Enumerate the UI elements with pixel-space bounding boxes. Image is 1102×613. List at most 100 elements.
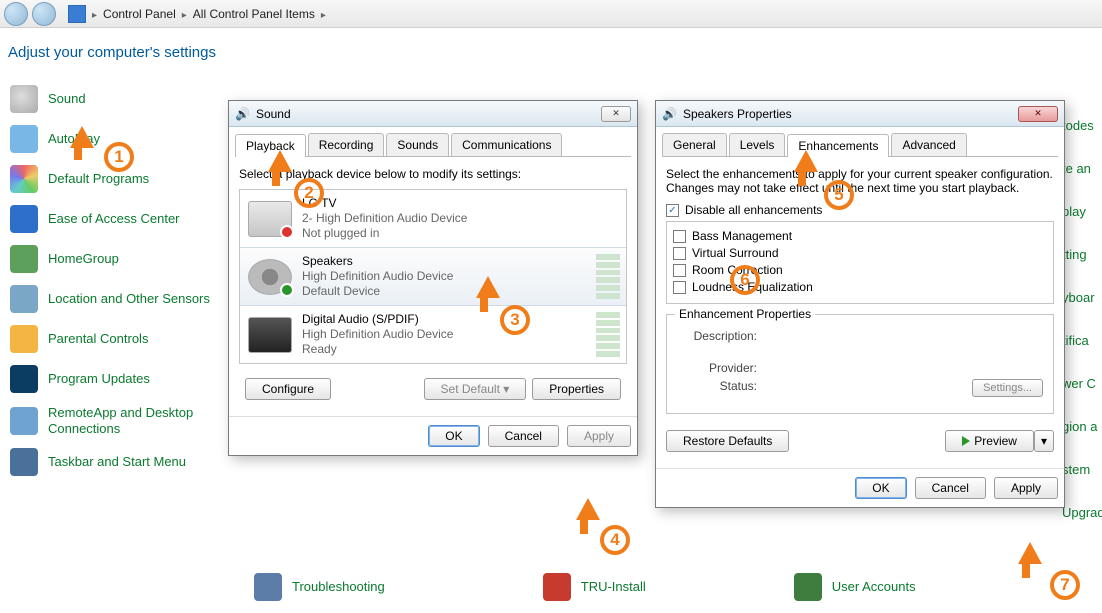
tab-recording[interactable]: Recording [308,133,385,156]
sound-titlebar[interactable]: 🔊Sound ✕ [229,101,637,127]
location-icon [10,285,38,313]
autoplay-icon [10,125,38,153]
unplugged-badge-icon [280,225,294,239]
category-list: Sound AutoPlay Default Programs Ease of … [6,75,228,482]
item-user-accounts[interactable]: User Accounts [788,569,922,605]
arrow-4-tail [580,516,588,534]
program-updates-icon [10,365,38,393]
tab-enhancements[interactable]: Enhancements [787,134,889,157]
breadcrumb-item[interactable]: All Control Panel Items [193,7,315,21]
checkbox[interactable] [673,281,686,294]
apply-button[interactable]: Apply [994,477,1058,499]
enh-loudness-eq[interactable]: Loudness Equalization [673,280,1047,294]
enh-room-correction[interactable]: Room Correction [673,263,1047,277]
playback-instruction: Select a playback device below to modify… [239,167,627,181]
cancel-button[interactable]: Cancel [488,425,559,447]
speakers-properties-dialog: 🔊Speakers Properties ✕ General Levels En… [655,100,1065,508]
arrow-4 [576,498,600,520]
sound-dialog: 🔊Sound ✕ Playback Recording Sounds Commu… [228,100,638,456]
sidebar-item-location[interactable]: Location and Other Sensors [6,279,228,319]
sidebar-item-parental[interactable]: Parental Controls [6,319,228,359]
apply-button[interactable]: Apply [567,425,631,447]
item-troubleshooting[interactable]: Troubleshooting [248,569,391,605]
sidebar-item-sound[interactable]: Sound [6,79,228,119]
ease-of-access-icon [10,205,38,233]
speakers-title: Speakers Properties [683,107,792,121]
preview-dropdown[interactable]: ▾ [1034,430,1054,452]
taskbar-icon [10,448,38,476]
sound-tabs: Playback Recording Sounds Communications [235,133,631,157]
tab-levels[interactable]: Levels [729,133,786,156]
tru-install-icon [543,573,571,601]
configure-button[interactable]: Configure [245,378,331,400]
set-default-button[interactable]: Set Default ▾ [424,378,527,400]
breadcrumb[interactable]: Control Panel All Control Panel Items [68,5,326,23]
right-partial-links: todes te an play tting yboar tifica wer … [1062,118,1102,548]
disable-all-checkbox[interactable] [666,204,679,217]
tab-playback[interactable]: Playback [235,134,306,157]
cancel-button[interactable]: Cancel [915,477,986,499]
user-accounts-icon [794,573,822,601]
parental-controls-icon [10,325,38,353]
disable-all-label: Disable all enhancements [685,203,822,217]
annotation-4: 4 [600,525,630,555]
enhancement-properties-group: Enhancement Properties Description: Prov… [666,314,1054,414]
tab-advanced[interactable]: Advanced [891,133,966,156]
sidebar-item-updates[interactable]: Program Updates [6,359,228,399]
breadcrumb-item[interactable]: Control Panel [103,7,176,21]
sidebar-item-remoteapp[interactable]: RemoteApp and Desktop Connections [6,399,228,442]
properties-button[interactable]: Properties [532,378,621,400]
chevron-down-icon: ▾ [503,382,509,396]
playback-device-list[interactable]: LG TV2- High Definition Audio DeviceNot … [239,189,627,364]
enhancements-list: Bass Management Virtual Surround Room Co… [666,221,1054,304]
device-spdif[interactable]: Digital Audio (S/PDIF)High Definition Au… [240,306,626,363]
sidebar-item-ease-of-access[interactable]: Ease of Access Center [6,199,228,239]
checkbox[interactable] [673,247,686,260]
speakers-tabs: General Levels Enhancements Advanced [662,133,1058,157]
preview-button[interactable]: Preview [945,430,1034,452]
homegroup-icon [10,245,38,273]
enh-bass[interactable]: Bass Management [673,229,1047,243]
sidebar-item-default-programs[interactable]: Default Programs [6,159,228,199]
restore-defaults-button[interactable]: Restore Defaults [666,430,789,452]
sidebar-item-autoplay[interactable]: AutoPlay [6,119,228,159]
navbar: Control Panel All Control Panel Items [0,0,1102,28]
play-icon [962,436,970,446]
tab-general[interactable]: General [662,133,727,156]
control-panel-icon [68,5,86,23]
speakers-titlebar[interactable]: 🔊Speakers Properties ✕ [656,101,1064,127]
close-button[interactable]: ✕ [601,106,631,122]
speaker-small-icon: 🔊 [235,107,250,121]
back-button[interactable] [4,2,28,26]
tab-communications[interactable]: Communications [451,133,562,156]
troubleshooting-icon [254,573,282,601]
forward-button[interactable] [32,2,56,26]
prop-status-label: Status: [677,379,757,397]
enh-virtual-surround[interactable]: Virtual Surround [673,246,1047,260]
prop-provider-label: Provider: [677,361,757,375]
default-programs-icon [10,165,38,193]
item-tru-install[interactable]: TRU-Install [537,569,652,605]
level-meter [596,312,620,357]
checkbox[interactable] [673,264,686,277]
default-badge-icon [280,283,294,297]
spdif-icon [248,317,292,353]
bottom-row: Troubleshooting TRU-Install User Account… [0,565,1102,609]
sidebar-item-homegroup[interactable]: HomeGroup [6,239,228,279]
device-speakers[interactable]: SpeakersHigh Definition Audio DeviceDefa… [240,247,626,306]
checkbox[interactable] [673,230,686,243]
disable-all-row[interactable]: Disable all enhancements [666,203,1054,217]
chevron-down-icon: ▾ [1041,434,1047,448]
monitor-icon [248,201,292,237]
device-lgtv[interactable]: LG TV2- High Definition Audio DeviceNot … [240,190,626,247]
ok-button[interactable]: OK [428,425,479,447]
level-meter [596,254,620,299]
sidebar-item-taskbar[interactable]: Taskbar and Start Menu [6,442,228,482]
tab-sounds[interactable]: Sounds [386,133,449,156]
prop-description-label: Description: [677,329,757,343]
ok-button[interactable]: OK [855,477,906,499]
page-heading: Adjust your computer's settings [0,28,1102,75]
enhancements-instruction: Select the enhancements to apply for you… [666,167,1054,195]
close-button[interactable]: ✕ [1018,106,1058,122]
settings-button[interactable]: Settings... [972,379,1043,397]
